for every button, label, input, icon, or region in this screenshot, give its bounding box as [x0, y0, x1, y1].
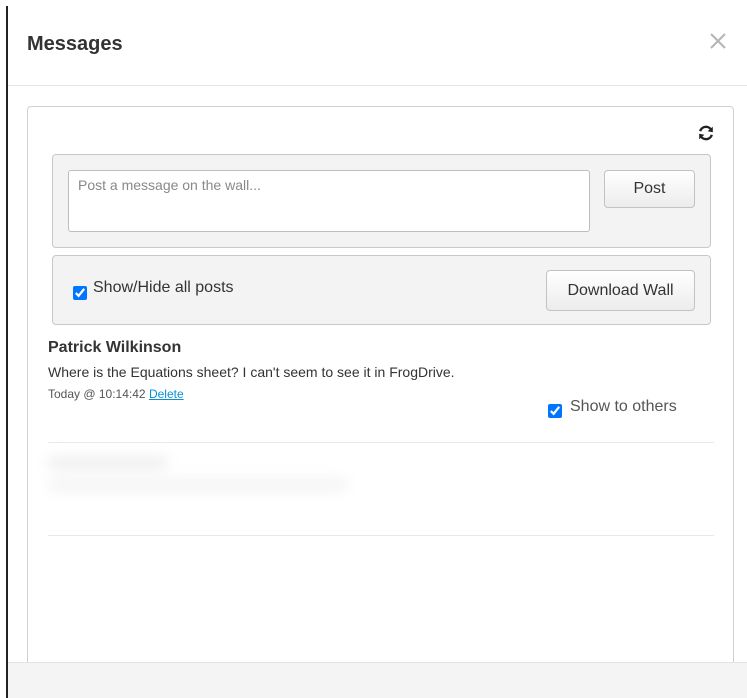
modal-title: Messages — [27, 33, 123, 55]
post-divider — [48, 535, 714, 536]
post-button[interactable]: Post — [604, 170, 695, 208]
delete-post-link[interactable]: Delete — [149, 387, 184, 401]
wall-options: Show/Hide all posts Download Wall — [52, 255, 711, 325]
post-author: Patrick Wilkinson — [48, 339, 182, 356]
post-message-input[interactable] — [68, 170, 590, 232]
modal-header: Messages — [8, 0, 747, 86]
show-to-others-label: Show to others — [570, 398, 677, 415]
modal-footer — [8, 662, 747, 698]
window-edge — [6, 6, 8, 698]
blurred-post — [48, 452, 368, 512]
post-meta: Today @ 10:14:42 Delete — [48, 387, 184, 401]
show-hide-all-label: Show/Hide all posts — [93, 279, 234, 296]
post-timestamp: Today @ 10:14:42 — [48, 387, 146, 401]
show-to-others-checkbox[interactable] — [548, 404, 562, 418]
refresh-button[interactable] — [696, 123, 716, 143]
wall-panel: Post Show/Hide all posts Download Wall P… — [27, 106, 734, 666]
close-button[interactable] — [705, 28, 731, 54]
close-icon — [710, 33, 726, 49]
show-hide-all-checkbox[interactable] — [73, 286, 87, 300]
post-divider — [48, 442, 714, 443]
post-text: Where is the Equations sheet? I can't se… — [48, 364, 455, 380]
download-wall-button[interactable]: Download Wall — [546, 270, 695, 311]
refresh-icon — [699, 125, 713, 141]
post-form: Post — [52, 154, 711, 248]
